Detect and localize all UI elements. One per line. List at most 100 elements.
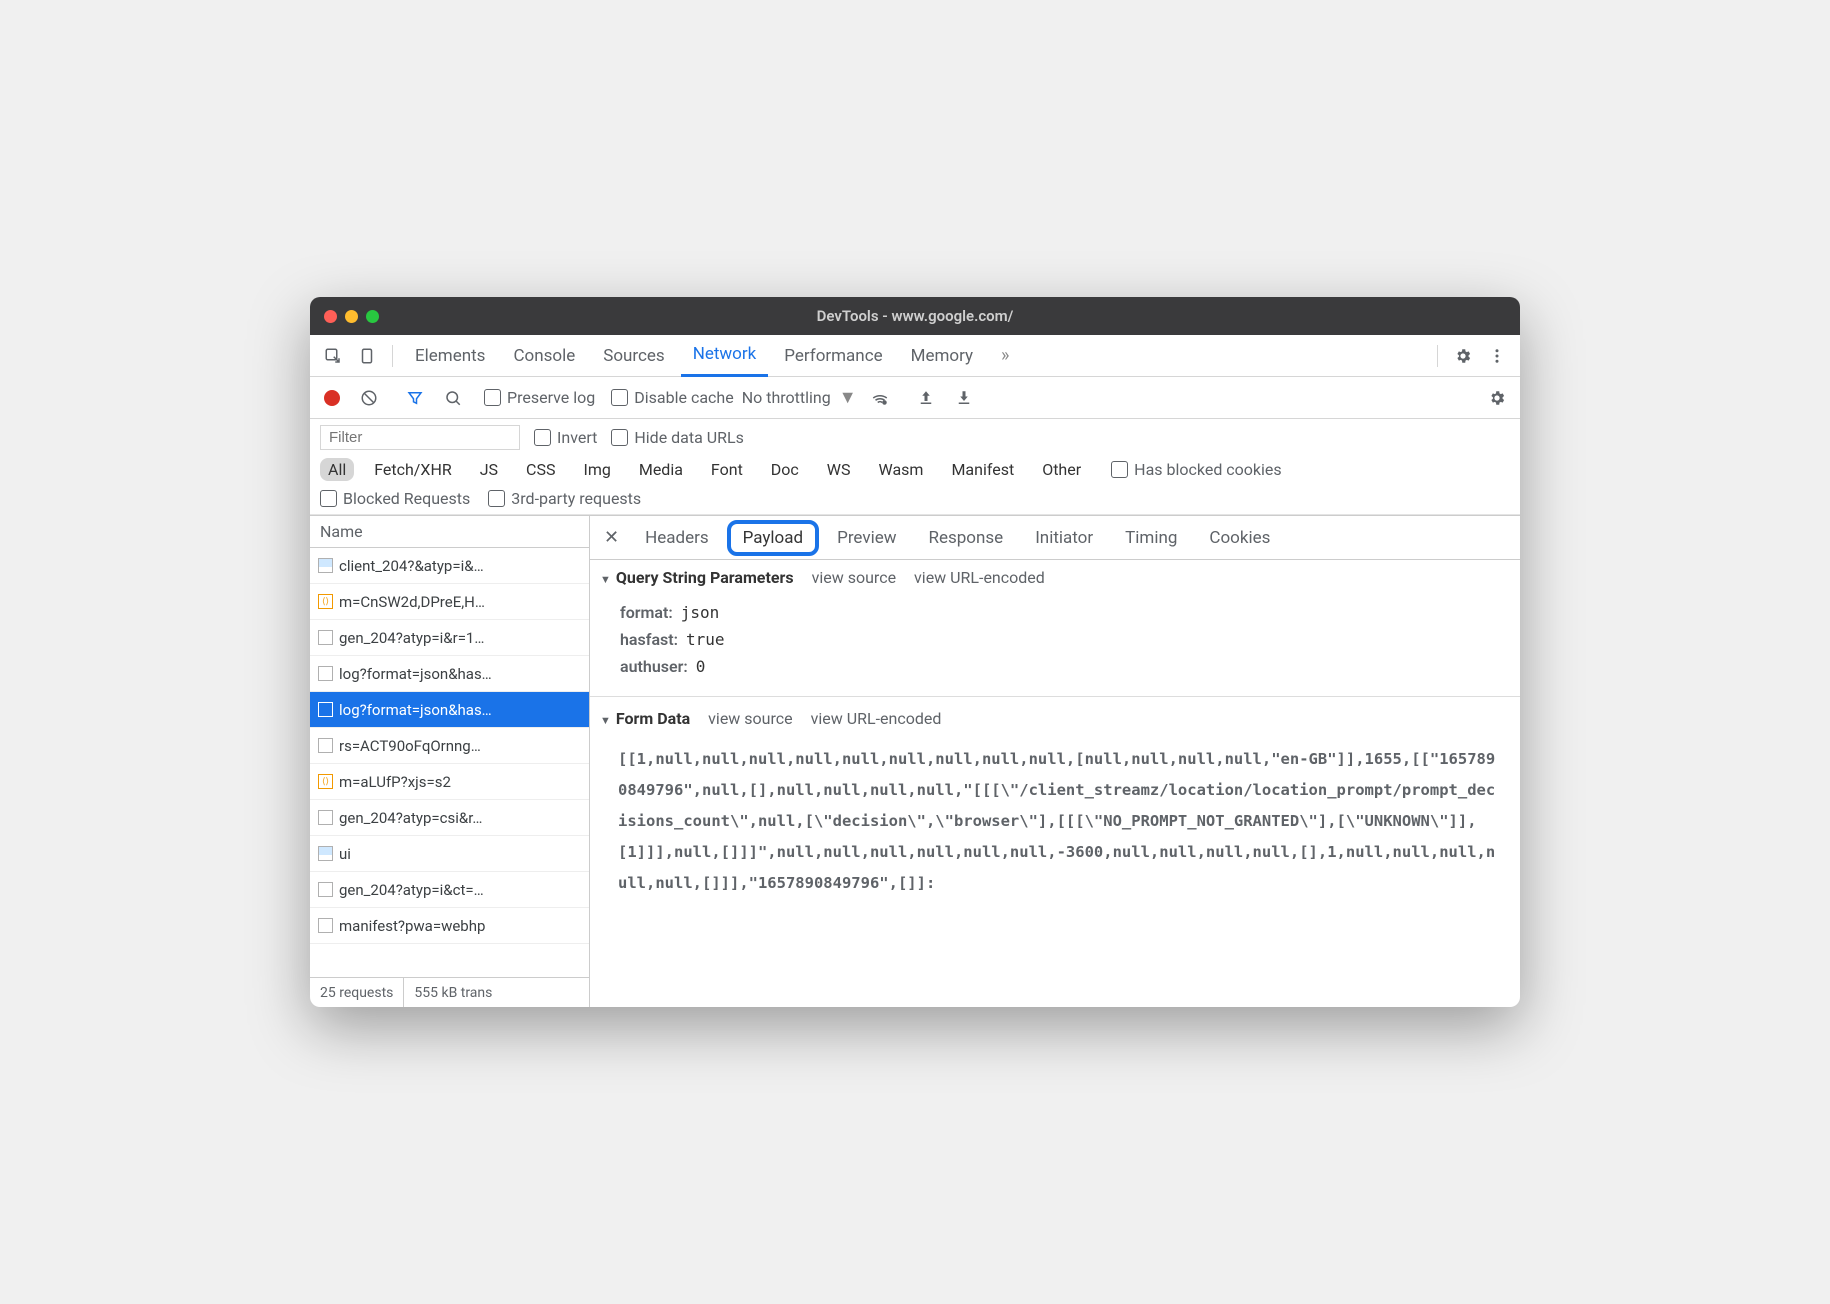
- disable-cache-label: Disable cache: [634, 388, 733, 407]
- detail-tab-response[interactable]: Response: [915, 524, 1018, 552]
- request-row[interactable]: manifest?pwa=webhp: [310, 908, 589, 944]
- request-row[interactable]: log?format=json&has…: [310, 692, 589, 728]
- clear-icon[interactable]: [354, 383, 384, 413]
- request-row[interactable]: gen_204?atyp=i&r=1…: [310, 620, 589, 656]
- query-param: authuser:0: [620, 653, 1520, 680]
- filter-type-js[interactable]: JS: [472, 458, 506, 481]
- tab-sources[interactable]: Sources: [591, 335, 676, 377]
- hide-data-urls-checkbox[interactable]: Hide data URLs: [611, 428, 744, 447]
- detail-tab-cookies[interactable]: Cookies: [1195, 524, 1284, 552]
- detail-panel: ✕ Headers Payload Preview Response Initi…: [590, 516, 1520, 1007]
- throttling-select[interactable]: No throttling ▼: [742, 387, 857, 408]
- network-settings-gear-icon[interactable]: [1482, 383, 1512, 413]
- tab-performance[interactable]: Performance: [772, 335, 894, 377]
- inspect-element-icon[interactable]: [318, 341, 348, 371]
- document-icon: [318, 702, 333, 717]
- document-icon: [318, 810, 333, 825]
- titlebar: DevTools - www.google.com/: [310, 297, 1520, 335]
- settings-gear-icon[interactable]: [1448, 341, 1478, 371]
- invert-label: Invert: [557, 428, 597, 447]
- filter-input[interactable]: [320, 425, 520, 450]
- filter-type-ws[interactable]: WS: [819, 458, 859, 481]
- blocked-requests-checkbox[interactable]: Blocked Requests: [320, 489, 470, 508]
- document-icon: [318, 882, 333, 897]
- close-detail-icon[interactable]: ✕: [596, 527, 627, 548]
- filter-type-css[interactable]: CSS: [518, 458, 563, 481]
- detail-tab-payload[interactable]: Payload: [727, 520, 819, 556]
- request-name: rs=ACT90oFqOrnng…: [339, 737, 481, 755]
- tab-console[interactable]: Console: [501, 335, 587, 377]
- invert-checkbox[interactable]: Invert: [534, 428, 597, 447]
- filter-type-font[interactable]: Font: [703, 458, 751, 481]
- filter-toggle-icon[interactable]: [400, 383, 430, 413]
- request-row[interactable]: client_204?&atyp=i&…: [310, 548, 589, 584]
- third-party-label: 3rd-party requests: [511, 489, 641, 508]
- form-view-encoded-button[interactable]: view URL-encoded: [811, 709, 942, 728]
- filter-type-img[interactable]: Img: [575, 458, 618, 481]
- request-count: 25 requests: [310, 978, 404, 1007]
- request-row[interactable]: gen_204?atyp=i&ct=…: [310, 872, 589, 908]
- param-value: true: [686, 630, 725, 649]
- network-conditions-icon[interactable]: [865, 383, 895, 413]
- query-view-encoded-button[interactable]: view URL-encoded: [914, 568, 1045, 587]
- filter-type-media[interactable]: Media: [631, 458, 691, 481]
- disable-cache-checkbox[interactable]: Disable cache: [611, 388, 733, 407]
- request-row[interactable]: rs=ACT90oFqOrnng…: [310, 728, 589, 764]
- request-row[interactable]: ui: [310, 836, 589, 872]
- device-toggle-icon[interactable]: [352, 341, 382, 371]
- tab-elements[interactable]: Elements: [403, 335, 497, 377]
- maximize-window-button[interactable]: [366, 310, 379, 323]
- devtools-window: DevTools - www.google.com/ Elements Cons…: [310, 297, 1520, 1007]
- more-tabs-button[interactable]: »: [989, 335, 1021, 377]
- name-column-header[interactable]: Name: [310, 516, 589, 548]
- download-har-icon[interactable]: [949, 383, 979, 413]
- query-params-list: format:jsonhasfast:trueauthuser:0: [590, 595, 1520, 692]
- filter-type-other[interactable]: Other: [1034, 458, 1089, 481]
- request-name: manifest?pwa=webhp: [339, 917, 485, 935]
- image-icon: [318, 846, 333, 861]
- detail-tab-initiator[interactable]: Initiator: [1021, 524, 1107, 552]
- script-icon: ⟨⟩: [318, 774, 333, 789]
- payload-body: Query String Parameters view source view…: [590, 560, 1520, 1007]
- detail-tab-headers[interactable]: Headers: [631, 524, 723, 552]
- kebab-menu-icon[interactable]: [1482, 341, 1512, 371]
- filter-type-fetchxhr[interactable]: Fetch/XHR: [366, 458, 460, 481]
- has-blocked-cookies-checkbox[interactable]: Has blocked cookies: [1111, 460, 1282, 479]
- preserve-log-checkbox[interactable]: Preserve log: [484, 388, 595, 407]
- request-list-panel: Name client_204?&atyp=i&…⟨⟩m=CnSW2d,DPre…: [310, 516, 590, 1007]
- main-toolbar: Elements Console Sources Network Perform…: [310, 335, 1520, 377]
- close-window-button[interactable]: [324, 310, 337, 323]
- detail-tab-timing[interactable]: Timing: [1111, 524, 1191, 552]
- tab-network[interactable]: Network: [681, 335, 769, 377]
- request-row[interactable]: log?format=json&has…: [310, 656, 589, 692]
- chevron-down-icon: ▼: [839, 387, 857, 408]
- record-button[interactable]: [324, 390, 340, 406]
- blocked-requests-label: Blocked Requests: [343, 489, 470, 508]
- detail-tabs: ✕ Headers Payload Preview Response Initi…: [590, 516, 1520, 560]
- filter-type-wasm[interactable]: Wasm: [871, 458, 932, 481]
- form-view-source-button[interactable]: view source: [708, 709, 792, 728]
- form-data-heading[interactable]: Form Data: [600, 709, 690, 728]
- network-toolbar: Preserve log Disable cache No throttling…: [310, 377, 1520, 419]
- query-view-source-button[interactable]: view source: [812, 568, 896, 587]
- window-controls: [324, 310, 379, 323]
- request-name: gen_204?atyp=i&ct=…: [339, 881, 484, 899]
- filter-type-doc[interactable]: Doc: [763, 458, 807, 481]
- request-name: m=CnSW2d,DPreE,H…: [339, 593, 485, 611]
- request-row[interactable]: ⟨⟩m=CnSW2d,DPreE,H…: [310, 584, 589, 620]
- upload-har-icon[interactable]: [911, 383, 941, 413]
- request-row[interactable]: ⟨⟩m=aLUfP?xjs=s2: [310, 764, 589, 800]
- search-icon[interactable]: [438, 383, 468, 413]
- third-party-checkbox[interactable]: 3rd-party requests: [488, 489, 641, 508]
- request-row[interactable]: gen_204?atyp=csi&r…: [310, 800, 589, 836]
- request-name: gen_204?atyp=i&r=1…: [339, 629, 484, 647]
- param-key: format:: [620, 603, 673, 622]
- filter-type-all[interactable]: All: [320, 458, 354, 481]
- detail-tab-preview[interactable]: Preview: [823, 524, 910, 552]
- document-icon: [318, 630, 333, 645]
- param-key: authuser:: [620, 657, 688, 676]
- query-params-heading[interactable]: Query String Parameters: [600, 568, 794, 587]
- tab-memory[interactable]: Memory: [899, 335, 985, 377]
- minimize-window-button[interactable]: [345, 310, 358, 323]
- filter-type-manifest[interactable]: Manifest: [943, 458, 1022, 481]
